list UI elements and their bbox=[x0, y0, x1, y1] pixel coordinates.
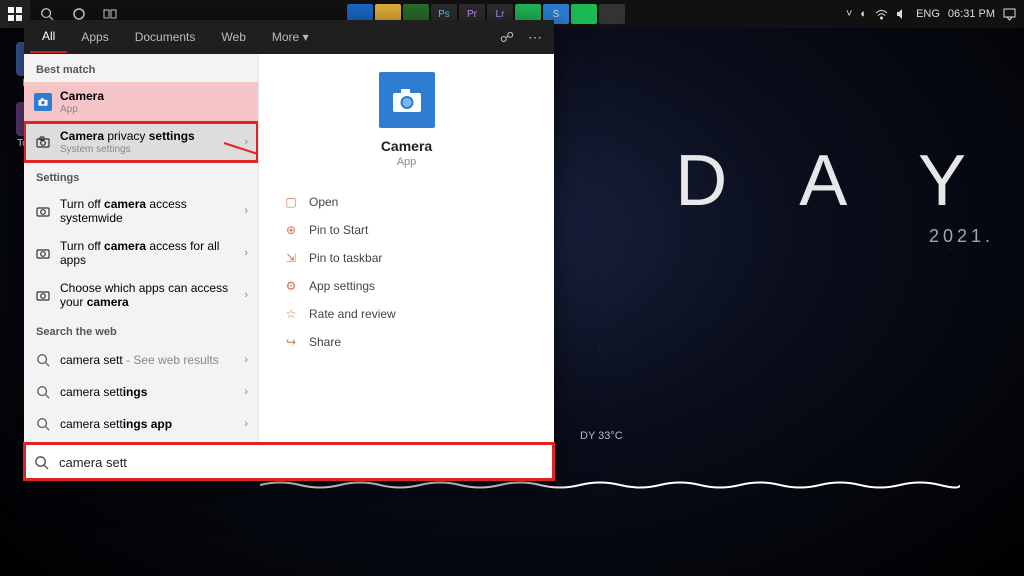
results-left-column: Best match Camera App Camera privacy set… bbox=[24, 54, 259, 443]
app-tile[interactable] bbox=[379, 72, 435, 128]
system-tray: ˅ ◐ ENG 06:31 PM bbox=[846, 8, 1024, 21]
camera-settings-icon bbox=[34, 202, 52, 220]
camera-icon bbox=[34, 93, 52, 111]
search-input-row bbox=[24, 443, 554, 480]
tray-clock[interactable]: 06:31 PM bbox=[948, 8, 995, 20]
result-title: Camera bbox=[60, 89, 104, 103]
action-open[interactable]: ▢ Open bbox=[277, 188, 536, 216]
camera-settings-icon bbox=[34, 286, 52, 304]
volume-icon[interactable] bbox=[896, 8, 908, 20]
result-camera-privacy-settings[interactable]: Camera privacy settings System settings … bbox=[24, 122, 258, 162]
chevron-right-icon: › bbox=[244, 136, 248, 148]
action-label: Open bbox=[309, 195, 338, 209]
wallpaper-text: D A Y 2021. bbox=[675, 140, 994, 247]
gear-icon: ⚙ bbox=[283, 278, 299, 294]
result-title: camera settings bbox=[60, 385, 236, 399]
search-input[interactable] bbox=[57, 454, 544, 471]
search-icon bbox=[34, 455, 49, 470]
chevron-right-icon: › bbox=[244, 418, 248, 430]
open-icon: ▢ bbox=[283, 194, 299, 210]
tray-icon[interactable]: ◐ bbox=[860, 8, 867, 20]
tab-web[interactable]: Web bbox=[209, 22, 257, 52]
section-search-web: Search the web bbox=[24, 316, 258, 344]
tab-documents[interactable]: Documents bbox=[123, 22, 208, 52]
result-title: Turn off camera access systemwide bbox=[60, 197, 236, 225]
search-icon bbox=[34, 383, 52, 401]
action-label: Share bbox=[309, 335, 341, 349]
section-settings: Settings bbox=[24, 162, 258, 190]
wallpaper-subtitle: 2021. bbox=[675, 226, 994, 247]
tab-more-label: More bbox=[272, 30, 299, 44]
result-title: camera sett - See web results bbox=[60, 353, 236, 367]
feedback-icon[interactable]: ☍ bbox=[494, 29, 520, 46]
desktop: D A Y 2021. DY 33°C Du... Tor B... Ps Pr… bbox=[0, 0, 1024, 576]
result-web-item[interactable]: camera settings app › bbox=[24, 408, 258, 440]
camera-icon bbox=[390, 83, 424, 117]
result-preview-panel: Camera App ▢ Open ⊕ Pin to Start ⇲ Pin to t… bbox=[259, 54, 554, 443]
result-web-item[interactable]: camera settings › bbox=[24, 376, 258, 408]
action-rate[interactable]: ☆ Rate and review bbox=[277, 300, 536, 328]
section-best-match: Best match bbox=[24, 54, 258, 82]
tray-language[interactable]: ENG bbox=[916, 8, 940, 20]
camera-settings-icon bbox=[34, 133, 52, 151]
chevron-down-icon: ▾ bbox=[303, 30, 309, 44]
result-web-item[interactable]: camera settings in windows 7 › bbox=[24, 440, 258, 443]
camera-settings-icon bbox=[34, 244, 52, 262]
result-settings-item[interactable]: Choose which apps can access your camera… bbox=[24, 274, 258, 316]
wifi-icon[interactable] bbox=[875, 9, 888, 20]
preview-title: Camera bbox=[381, 138, 432, 154]
action-pin-taskbar[interactable]: ⇲ Pin to taskbar bbox=[277, 244, 536, 272]
action-label: Pin to taskbar bbox=[309, 251, 382, 265]
start-search-panel: All Apps Documents Web More ▾ ☍ ⋯ Best m… bbox=[24, 20, 554, 480]
notifications-icon[interactable] bbox=[1003, 8, 1016, 21]
decorative-wave bbox=[260, 480, 960, 490]
action-label: App settings bbox=[309, 279, 375, 293]
search-icon bbox=[34, 415, 52, 433]
star-icon: ☆ bbox=[283, 306, 299, 322]
tab-all[interactable]: All bbox=[30, 21, 67, 53]
tab-apps[interactable]: Apps bbox=[69, 22, 120, 52]
pin-icon: ⊕ bbox=[283, 222, 299, 238]
chevron-right-icon: › bbox=[244, 289, 248, 301]
result-title: Choose which apps can access your camera bbox=[60, 281, 236, 309]
action-label: Pin to Start bbox=[309, 223, 368, 237]
result-subtitle: App bbox=[60, 104, 248, 115]
app-actions: ▢ Open ⊕ Pin to Start ⇲ Pin to taskbar ⚙ App… bbox=[277, 188, 536, 356]
action-share[interactable]: ↪ Share bbox=[277, 328, 536, 356]
result-title: Camera privacy settings bbox=[60, 129, 236, 143]
pin-icon: ⇲ bbox=[283, 250, 299, 266]
preview-subtitle: App bbox=[397, 156, 417, 168]
more-options-icon[interactable]: ⋯ bbox=[522, 29, 548, 46]
result-settings-item[interactable]: Turn off camera access for all apps › bbox=[24, 232, 258, 274]
result-web-item[interactable]: camera sett - See web results › bbox=[24, 344, 258, 376]
taskbar-pin[interactable] bbox=[599, 4, 625, 24]
action-pin-start[interactable]: ⊕ Pin to Start bbox=[277, 216, 536, 244]
result-camera-app[interactable]: Camera App bbox=[24, 82, 258, 122]
weather-widget[interactable]: DY 33°C bbox=[580, 430, 623, 442]
chevron-right-icon: › bbox=[244, 386, 248, 398]
chevron-right-icon: › bbox=[244, 247, 248, 259]
chevron-right-icon: › bbox=[244, 205, 248, 217]
taskbar-pin-spotify[interactable] bbox=[571, 4, 597, 24]
chevron-right-icon: › bbox=[244, 354, 248, 366]
tray-chevron-icon[interactable]: ˅ bbox=[846, 8, 852, 20]
share-icon: ↪ bbox=[283, 334, 299, 350]
search-tabs: All Apps Documents Web More ▾ ☍ ⋯ bbox=[24, 20, 554, 54]
action-app-settings[interactable]: ⚙ App settings bbox=[277, 272, 536, 300]
wallpaper-title: D A Y bbox=[675, 140, 994, 222]
search-icon bbox=[34, 351, 52, 369]
result-subtitle: System settings bbox=[60, 144, 236, 155]
result-title: camera settings app bbox=[60, 417, 236, 431]
result-settings-item[interactable]: Turn off camera access systemwide › bbox=[24, 190, 258, 232]
tab-more[interactable]: More ▾ bbox=[260, 22, 321, 52]
action-label: Rate and review bbox=[309, 307, 396, 321]
result-title: Turn off camera access for all apps bbox=[60, 239, 236, 267]
